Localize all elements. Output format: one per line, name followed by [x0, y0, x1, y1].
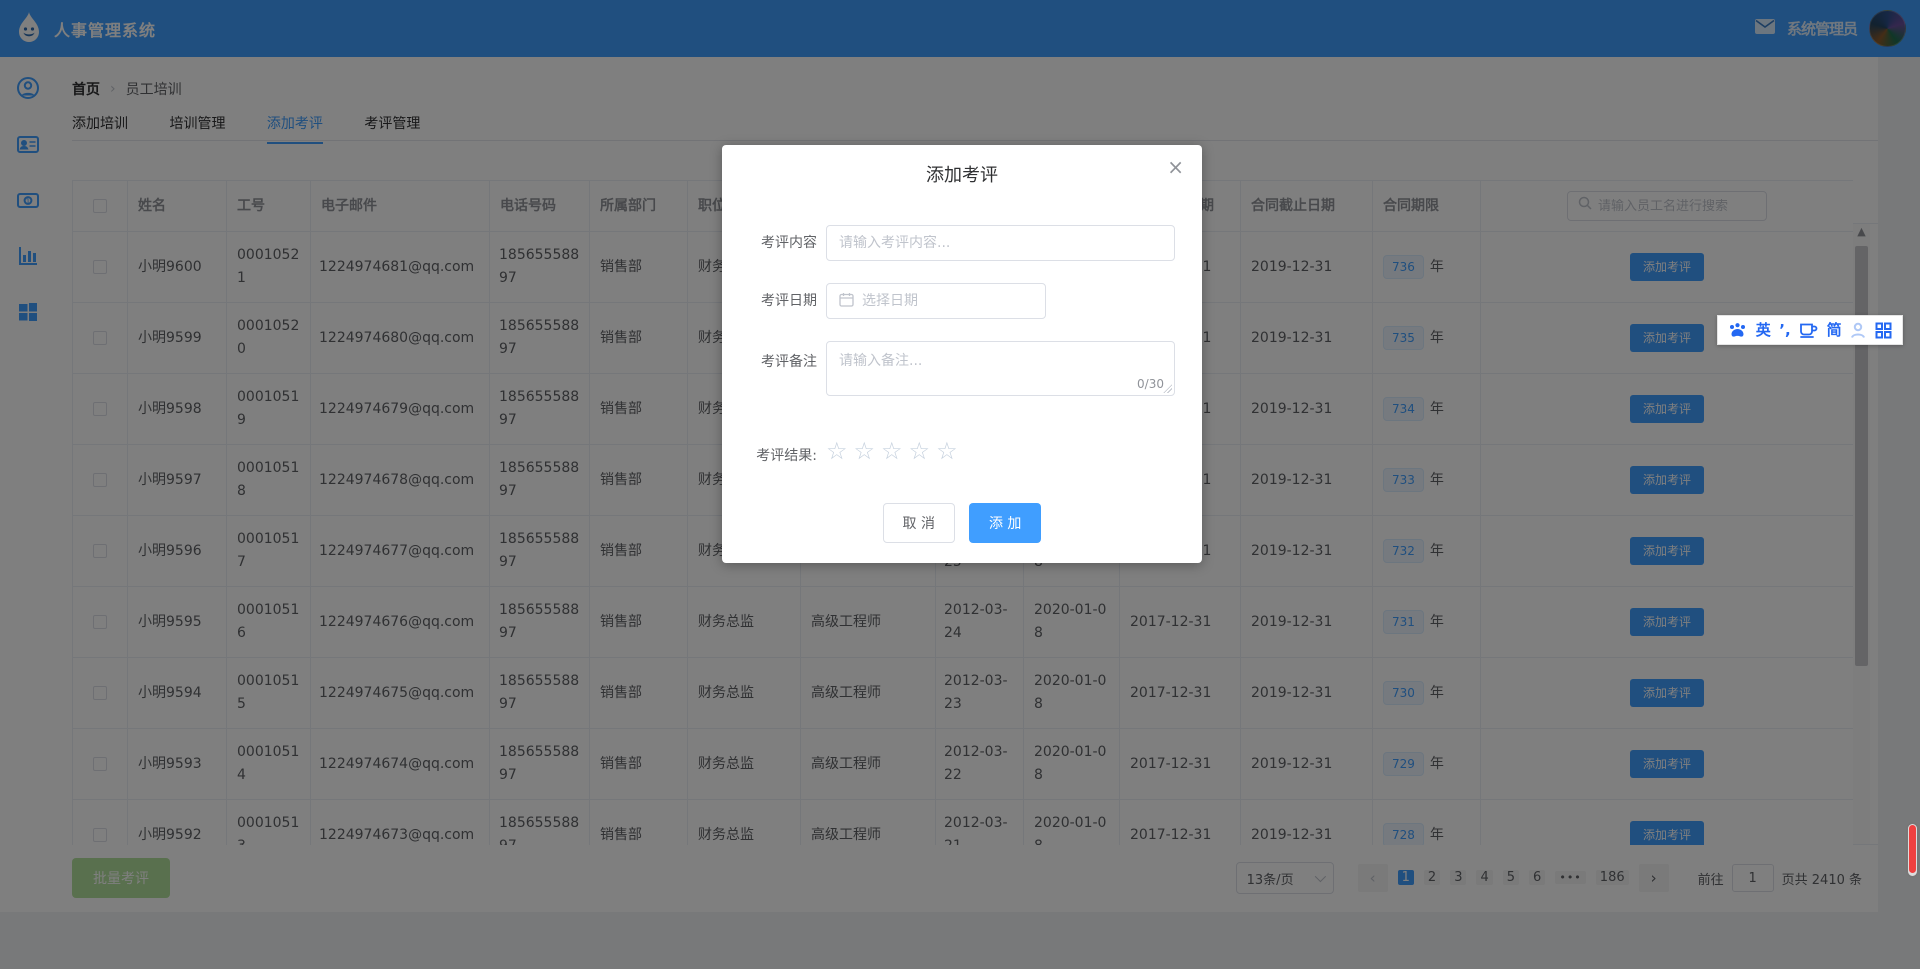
evaluation-content-field: [826, 225, 1175, 261]
char-counter: 0/30: [1137, 377, 1164, 391]
evaluation-date-input[interactable]: [862, 293, 1036, 309]
cancel-button[interactable]: 取 消: [883, 503, 955, 543]
add-evaluation-dialog: 添加考评 × 考评内容 考评日期 考评备注 0/30 考评结果: ☆ ☆ ☆ ☆: [722, 145, 1202, 563]
confirm-add-button[interactable]: 添 加: [969, 503, 1041, 543]
calendar-icon: [839, 292, 854, 311]
star-icon[interactable]: ☆: [826, 437, 848, 465]
dialog-title: 添加考评: [722, 161, 1202, 187]
close-icon[interactable]: ×: [1167, 157, 1184, 177]
result-label: 考评结果:: [722, 443, 817, 469]
cup-icon[interactable]: [1799, 322, 1818, 338]
evaluation-date-field: [826, 283, 1046, 319]
star-icon[interactable]: ☆: [936, 437, 958, 465]
star-icon[interactable]: ☆: [854, 437, 876, 465]
resize-handle-icon[interactable]: [1163, 384, 1172, 393]
star-icon[interactable]: ☆: [881, 437, 903, 465]
page-scrollbar-thumb-red[interactable]: [1909, 825, 1916, 873]
quote-icon[interactable]: ’,: [1779, 323, 1790, 338]
rating-stars: ☆ ☆ ☆ ☆ ☆: [826, 437, 958, 465]
translate-extension-toolbar: 英 ’, 简: [1717, 315, 1903, 345]
content-label: 考评内容: [722, 225, 817, 261]
remark-label: 考评备注: [722, 341, 817, 383]
page-scrollbar[interactable]: [1906, 822, 1919, 878]
star-icon[interactable]: ☆: [909, 437, 931, 465]
person-icon[interactable]: [1850, 322, 1866, 339]
date-label: 考评日期: [722, 283, 817, 319]
evaluation-remark-textarea[interactable]: [827, 342, 1174, 395]
grid-apps-icon[interactable]: [1875, 322, 1892, 339]
paw-icon[interactable]: [1728, 322, 1747, 339]
english-icon[interactable]: 英: [1756, 323, 1771, 338]
simplified-chinese-icon[interactable]: 简: [1827, 323, 1842, 338]
evaluation-content-input[interactable]: [839, 235, 1162, 251]
evaluation-remark-field: 0/30: [826, 341, 1175, 396]
